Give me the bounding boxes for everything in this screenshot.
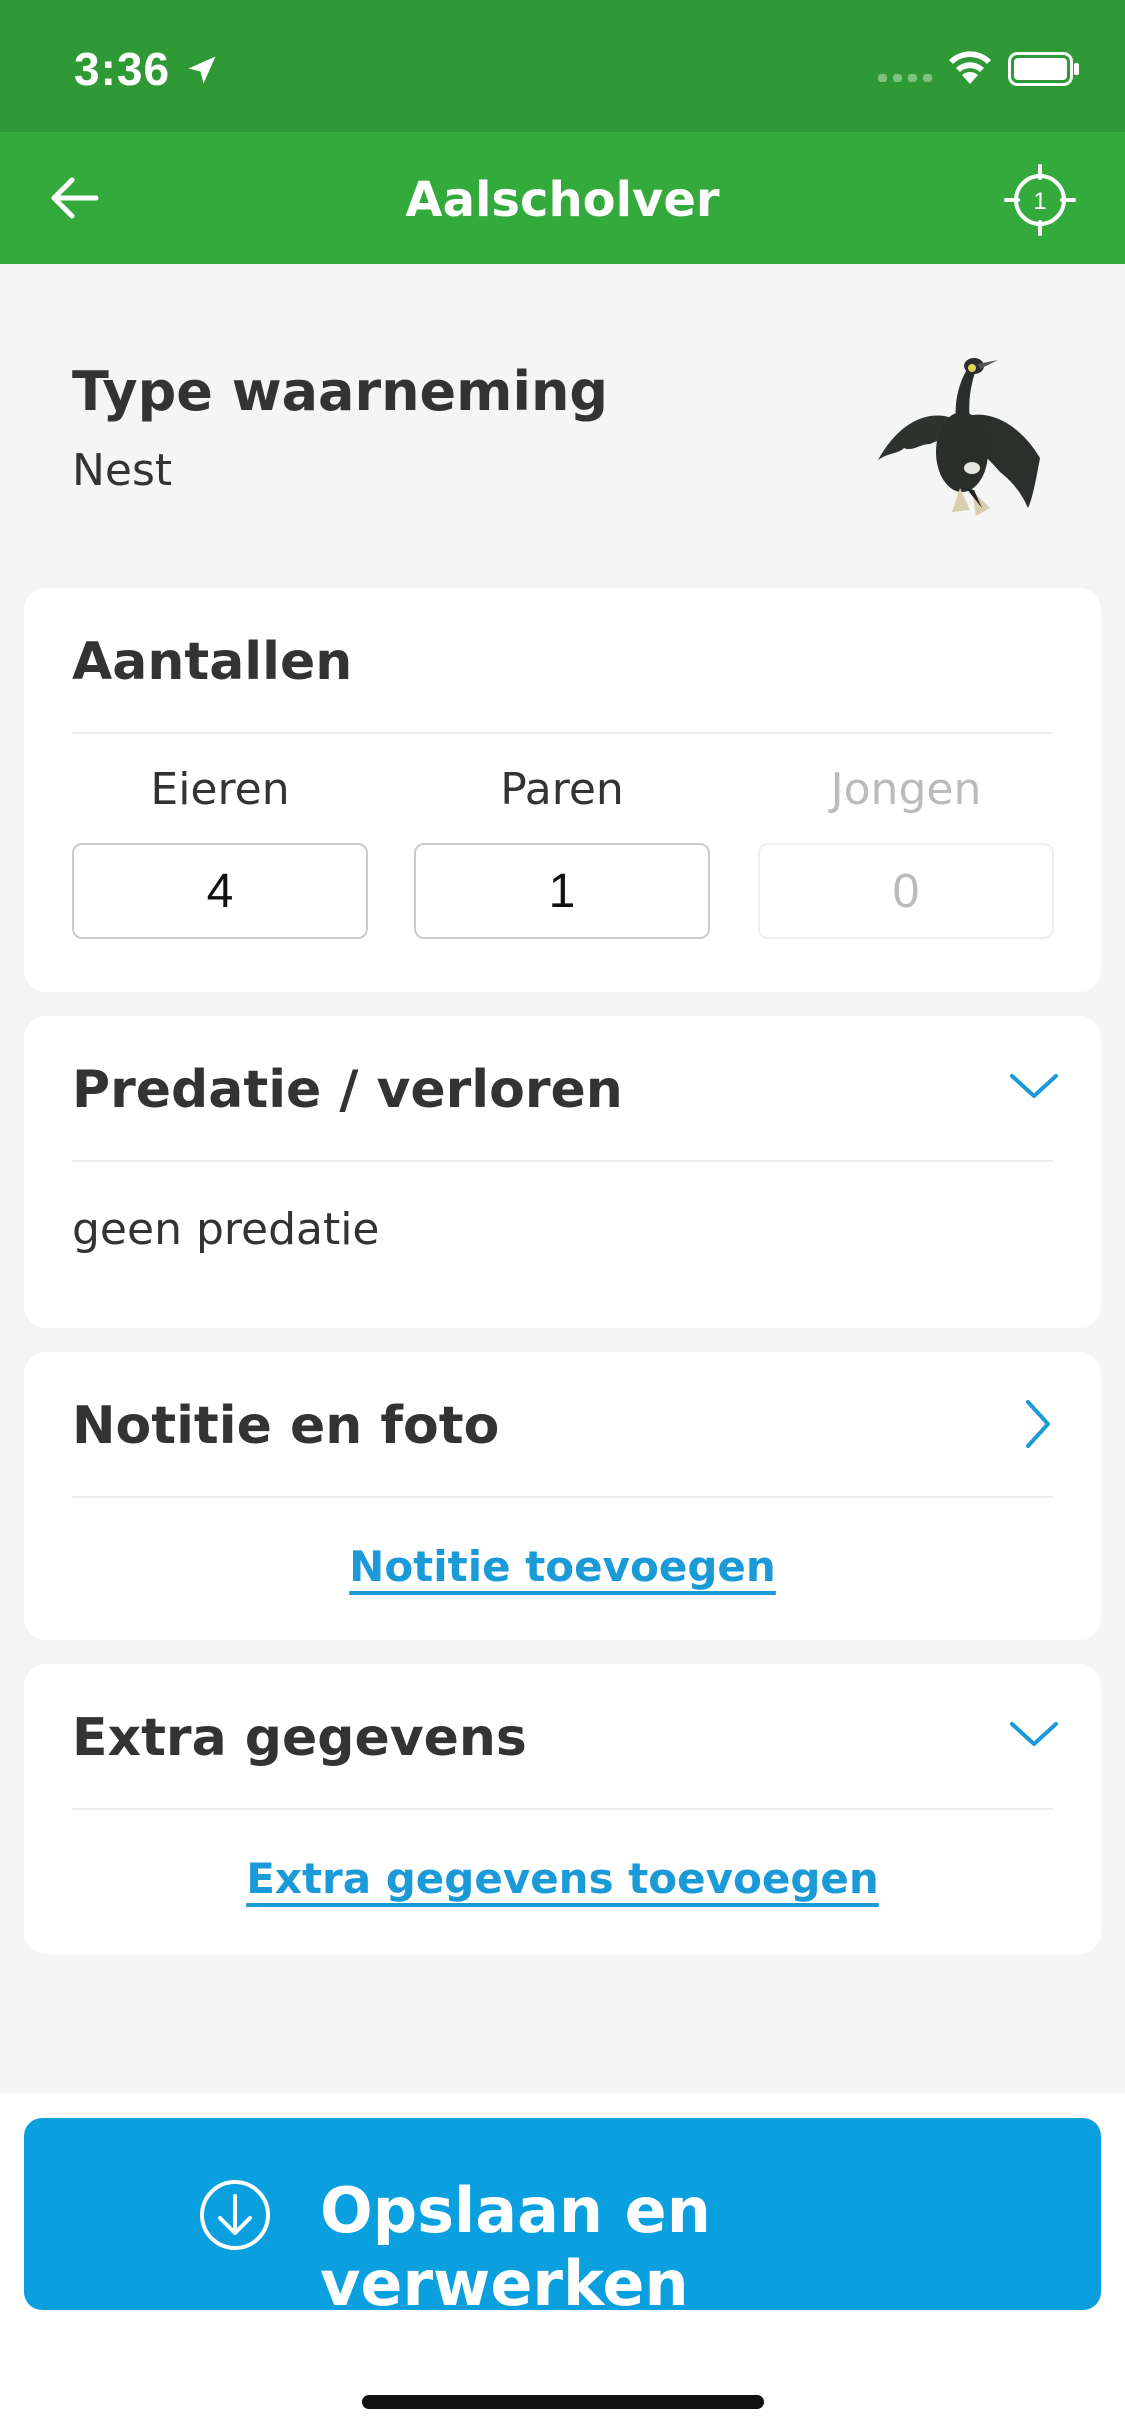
extra-title: Extra gegevens: [72, 1708, 527, 1768]
count-label-eggs: Eieren: [150, 764, 290, 815]
add-note-link-row: Notitie toevoegen: [24, 1542, 1101, 1591]
eggs-input[interactable]: [72, 843, 368, 939]
save-button[interactable]: Opslaan en verwerken: [24, 2118, 1101, 2320]
count-young: Jongen: [758, 764, 1054, 939]
count-pairs: Paren: [414, 764, 710, 939]
cormorant-bird-image: [878, 358, 1040, 516]
note-title: Notitie en foto: [72, 1396, 500, 1456]
count-label-pairs: Paren: [500, 764, 624, 815]
counts-card: Aantallen Eieren Paren Jongen: [24, 588, 1101, 992]
observation-type: Type waarneming Nest: [72, 360, 608, 496]
home-indicator: [362, 2395, 764, 2409]
count-eggs: Eieren: [72, 764, 368, 939]
location-arrow-icon: [188, 56, 216, 84]
download-circle-icon: [200, 2180, 270, 2250]
extra-card[interactable]: Extra gegevens Extra gegevens toevoegen: [24, 1664, 1101, 1954]
note-card[interactable]: Notitie en foto Notitie toevoegen: [24, 1352, 1101, 1640]
predation-card[interactable]: Predatie / verloren geen predatie: [24, 1016, 1101, 1328]
counts-title: Aantallen: [72, 632, 353, 692]
save-label: Opslaan en verwerken: [320, 2174, 711, 2320]
divider: [72, 732, 1053, 734]
divider: [72, 1496, 1053, 1498]
chevron-right-icon[interactable]: [1008, 1394, 1068, 1454]
divider: [72, 1160, 1053, 1162]
crosshair-icon[interactable]: 1: [1002, 162, 1078, 238]
add-note-link[interactable]: Notitie toevoegen: [349, 1542, 776, 1591]
count-label-young: Jongen: [830, 764, 982, 815]
divider: [72, 1808, 1053, 1810]
young-input: [758, 843, 1054, 939]
status-time: 3:36: [74, 43, 171, 95]
chevron-down-icon[interactable]: [1004, 1704, 1064, 1764]
status-bar: 3:36: [0, 0, 1125, 132]
predation-value: geen predatie: [72, 1204, 380, 1255]
predation-title: Predatie / verloren: [72, 1060, 623, 1120]
type-label: Type waarneming: [72, 360, 609, 423]
locate-count: 1: [1033, 188, 1046, 215]
add-extra-link-row: Extra gegevens toevoegen: [24, 1854, 1101, 1903]
pairs-input[interactable]: [414, 843, 710, 939]
battery-icon: [1008, 52, 1079, 86]
type-value: Nest: [72, 445, 173, 496]
cellular-signal-icon: [878, 74, 932, 82]
page-title: Aalscholver: [405, 172, 720, 228]
chevron-down-icon[interactable]: [1004, 1056, 1064, 1116]
wifi-icon: [949, 51, 991, 84]
add-extra-link[interactable]: Extra gegevens toevoegen: [246, 1854, 879, 1903]
nav-bar: Aalscholver 1: [0, 132, 1125, 264]
